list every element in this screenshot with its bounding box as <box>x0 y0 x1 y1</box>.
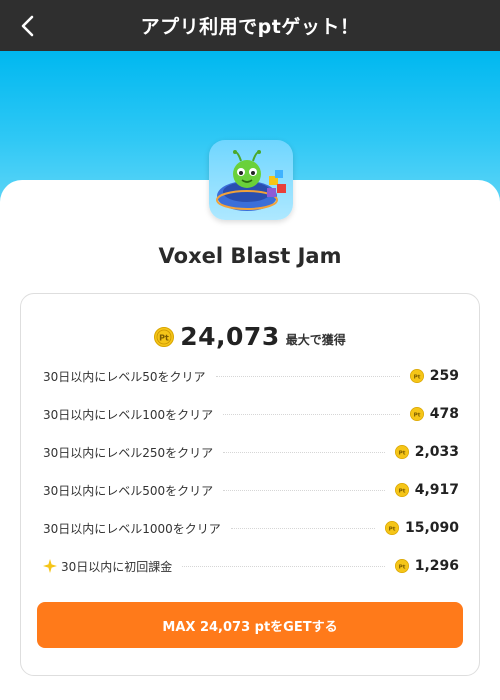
leader-dots <box>182 565 385 567</box>
back-button[interactable] <box>14 12 42 40</box>
pt-coin-icon: Pt <box>394 483 409 497</box>
pt-coin-icon: Pt <box>394 445 409 459</box>
reward-row: 30日以内にレベル50をクリア Pt 259 <box>43 364 459 388</box>
svg-text:Pt: Pt <box>398 488 405 494</box>
reward-row-value: 2,033 <box>414 444 459 460</box>
reward-row-value: 4,917 <box>414 482 459 498</box>
reward-row-label: 30日以内に初回課金 <box>61 559 173 574</box>
reward-row-value: 15,090 <box>404 520 459 536</box>
reward-card: Pt 24,073 最大で獲得 30日以内にレベル50をクリア Pt 259 3… <box>20 293 480 676</box>
pt-coin-icon: Pt <box>154 326 175 347</box>
reward-row: 30日以内にレベル1000をクリア Pt 15,090 <box>43 516 459 540</box>
leader-dots <box>215 375 400 377</box>
pt-coin-icon: Pt <box>394 559 409 573</box>
reward-row-label: 30日以内にレベル250をクリア <box>43 445 214 460</box>
app-icon <box>209 140 293 220</box>
reward-row: 30日以内にレベル500をクリア Pt 4,917 <box>43 478 459 502</box>
svg-text:Pt: Pt <box>398 450 405 456</box>
reward-row: 30日以内にレベル250をクリア Pt 2,033 <box>43 440 459 464</box>
sparkle-icon <box>43 559 57 573</box>
svg-text:Pt: Pt <box>413 374 420 380</box>
reward-row-value: 259 <box>429 368 459 384</box>
reward-row-label: 30日以内にレベル500をクリア <box>43 483 214 498</box>
svg-text:Pt: Pt <box>389 526 396 532</box>
reward-row-value: 1,296 <box>414 558 459 574</box>
header-bar: アプリ利用でptゲット！ <box>0 0 500 51</box>
app-name: Voxel Blast Jam <box>158 244 342 268</box>
svg-text:Pt: Pt <box>398 564 405 570</box>
leader-dots <box>223 451 385 453</box>
pt-coin-icon: Pt <box>409 407 424 421</box>
get-points-button[interactable]: MAX 24,073 ptをGETする <box>37 602 463 648</box>
leader-dots <box>230 527 375 529</box>
reward-row-label: 30日以内にレベル1000をクリア <box>43 521 221 536</box>
pt-coin-icon: Pt <box>409 369 424 383</box>
reward-row: 30日以内にレベル100をクリア Pt 478 <box>43 402 459 426</box>
chevron-left-icon <box>21 15 34 37</box>
svg-text:Pt: Pt <box>413 412 420 418</box>
leader-dots <box>223 489 385 491</box>
total-reward: Pt 24,073 最大で獲得 <box>21 322 479 351</box>
reward-row-label: 30日以内にレベル100をクリア <box>43 407 214 422</box>
svg-text:Pt: Pt <box>159 333 169 342</box>
pt-coin-icon: Pt <box>384 521 399 535</box>
reward-row-value: 478 <box>429 406 459 422</box>
total-reward-suffix: 最大で獲得 <box>285 333 346 347</box>
total-reward-value: 24,073 <box>180 322 280 351</box>
reward-row-label: 30日以内にレベル50をクリア <box>43 369 206 384</box>
leader-dots <box>223 413 400 415</box>
reward-row: 30日以内に初回課金 Pt 1,296 <box>43 554 459 578</box>
page-title: アプリ利用でptゲット！ <box>140 16 360 38</box>
